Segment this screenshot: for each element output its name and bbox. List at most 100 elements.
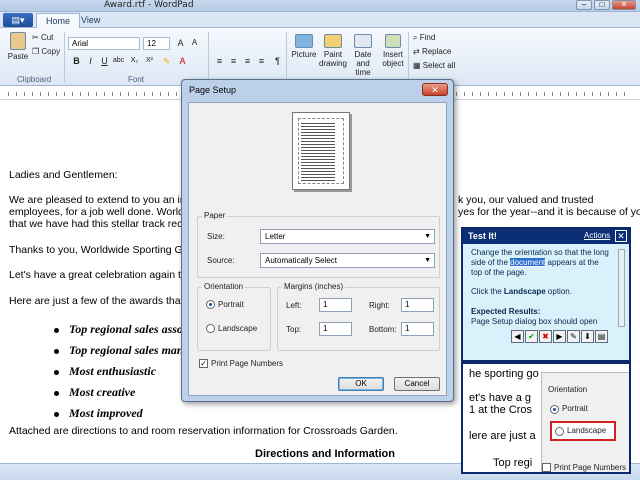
scrollbar[interactable] (618, 249, 625, 327)
italic-icon[interactable]: I (84, 55, 97, 67)
portrait-label[interactable]: Portrait (218, 300, 244, 309)
paragraph-1a-right: k you, our valued and trusted (458, 194, 594, 206)
scissors-icon: ✂ (32, 33, 39, 42)
actions-link[interactable]: Actions (584, 231, 610, 240)
print-page-numbers-checkbox[interactable]: ✓ (199, 359, 208, 368)
date-time-button[interactable]: Date and time (348, 34, 378, 77)
bottom-margin-label: Bottom: (369, 325, 397, 334)
right-margin-label: Right: (369, 301, 390, 310)
align-right-icon[interactable]: ≡ (241, 55, 254, 67)
zoom-text: 1 at the Cros (469, 404, 532, 416)
minimize-button[interactable]: – (576, 0, 592, 10)
superscript-icon[interactable]: X² (143, 55, 156, 67)
award-item: Top regional sales man (69, 343, 184, 357)
bold-icon[interactable]: B (70, 55, 83, 67)
window-title: Award.rtf - WordPad (104, 0, 194, 10)
landscape-label[interactable]: Landscape (218, 324, 257, 333)
grow-font-icon[interactable]: A (174, 37, 187, 49)
bullet (54, 391, 59, 396)
clipboard-icon (10, 32, 26, 50)
document-term-link[interactable]: document (510, 258, 546, 267)
align-left-icon[interactable]: ≡ (213, 55, 226, 67)
x-icon[interactable]: ✖ (539, 330, 552, 343)
note-icon[interactable]: ✎ (567, 330, 580, 343)
ribbon-tabs: ▤▾ Home View (0, 12, 640, 28)
find-button[interactable]: ⌕ Find (413, 33, 435, 42)
instruction-line-4: Click the Landscape option. (471, 287, 572, 297)
copy-button[interactable]: ❐ Copy (32, 47, 60, 56)
size-select[interactable]: Letter ▼ (260, 229, 435, 244)
cancel-button[interactable]: Cancel (394, 377, 440, 391)
preview-text-lines (301, 121, 335, 183)
paragraph-icon[interactable]: ¶ (271, 55, 284, 67)
app-menu-button[interactable]: ▤▾ (3, 13, 33, 27)
zoom-orientation-label: Orientation (548, 385, 588, 394)
instruction-line-3: top of the page. (471, 268, 527, 277)
print-page-numbers-label[interactable]: Print Page Numbers (211, 359, 283, 368)
download-icon[interactable]: ⬇ (581, 330, 594, 343)
select-all-button[interactable]: ▦ Select all (413, 61, 455, 70)
shrink-font-icon[interactable]: A (188, 37, 201, 49)
right-margin-input[interactable]: 1 (401, 298, 434, 312)
page-preview (292, 112, 350, 190)
copy-icon: ❐ (32, 47, 40, 56)
landscape-radio[interactable] (206, 324, 215, 333)
zoom-print-label: Print Page Numbers (554, 463, 627, 472)
replace-button[interactable]: ⇄ Replace (413, 47, 451, 56)
paste-label: Paste (7, 52, 29, 61)
close-button[interactable]: ✕ (612, 0, 636, 10)
divider (286, 32, 287, 82)
forward-icon[interactable]: ▶ (553, 330, 566, 343)
align-center-icon[interactable]: ≡ (227, 55, 240, 67)
dialog-close-button[interactable]: ✕ (422, 83, 448, 96)
clipboard-group-label: Clipboard (17, 75, 52, 84)
top-margin-input[interactable]: 1 (319, 322, 352, 336)
test-it-title: Test It! (468, 231, 497, 241)
replace-label: Replace (421, 47, 452, 56)
source-label: Source: (207, 256, 235, 265)
paint-drawing-button[interactable]: Paint drawing (318, 34, 348, 68)
maximize-button[interactable]: □ (594, 0, 610, 10)
justify-icon[interactable]: ≡ (255, 55, 268, 67)
insert-object-button[interactable]: Insert object (380, 34, 406, 68)
check-icon[interactable]: ✔ (525, 330, 538, 343)
left-margin-input[interactable]: 1 (319, 298, 352, 312)
dialog-title: Page Setup (189, 85, 237, 95)
tab-view[interactable]: View (72, 13, 109, 28)
datetime-label-1: Date and (354, 50, 372, 68)
expected-results-text: Page Setup dialog box should open (471, 317, 598, 326)
cut-button[interactable]: ✂ Cut (32, 33, 53, 42)
paste-button[interactable]: Paste (6, 32, 30, 61)
picture-label: Picture (291, 50, 317, 59)
zoom-panel: he sporting go et's have a g 1 at the Cr… (461, 362, 631, 474)
margins-legend: Margins (inches) (282, 282, 346, 291)
margins-group (277, 287, 440, 351)
dialog-body: Paper Size: Letter ▼ Source: Automaticall… (188, 102, 447, 396)
instruction-emphasis: Landscape (503, 287, 546, 296)
underline-icon[interactable]: U (98, 55, 111, 67)
print-icon[interactable]: ▤ (595, 330, 608, 343)
bottom-margin-input[interactable]: 1 (401, 322, 434, 336)
subscript-icon[interactable]: X₂ (128, 55, 141, 67)
landscape-highlight[interactable]: Landscape (550, 421, 616, 441)
ok-button[interactable]: OK (338, 377, 384, 391)
zoom-text: Top regi (493, 457, 533, 469)
paper-legend: Paper (202, 211, 228, 220)
dropdown-arrow-icon: ▼ (424, 233, 431, 240)
expected-results-heading: Expected Results: (471, 307, 541, 316)
picture-icon (295, 34, 313, 48)
source-select[interactable]: Automatically Select ▼ (260, 253, 435, 268)
highlight-icon[interactable]: ✎ (160, 55, 173, 67)
test-it-panel: Test It! Actions ✕ Change the orientatio… (461, 227, 631, 362)
top-margin-label: Top: (286, 325, 302, 334)
font-size-field[interactable]: 12 (143, 37, 170, 50)
portrait-radio[interactable] (206, 300, 215, 309)
font-color-icon[interactable]: A (176, 55, 189, 67)
picture-button[interactable]: Picture (291, 34, 317, 59)
font-name-field[interactable]: Arial (68, 37, 140, 50)
award-item: Most enthusiastic (69, 364, 157, 378)
back-icon[interactable]: ◀ (511, 330, 524, 343)
paragraph-1a: We are pleased to extend to you an invit… (9, 194, 203, 206)
close-icon[interactable]: ✕ (615, 230, 627, 242)
strikethrough-icon[interactable]: abc (112, 55, 125, 67)
